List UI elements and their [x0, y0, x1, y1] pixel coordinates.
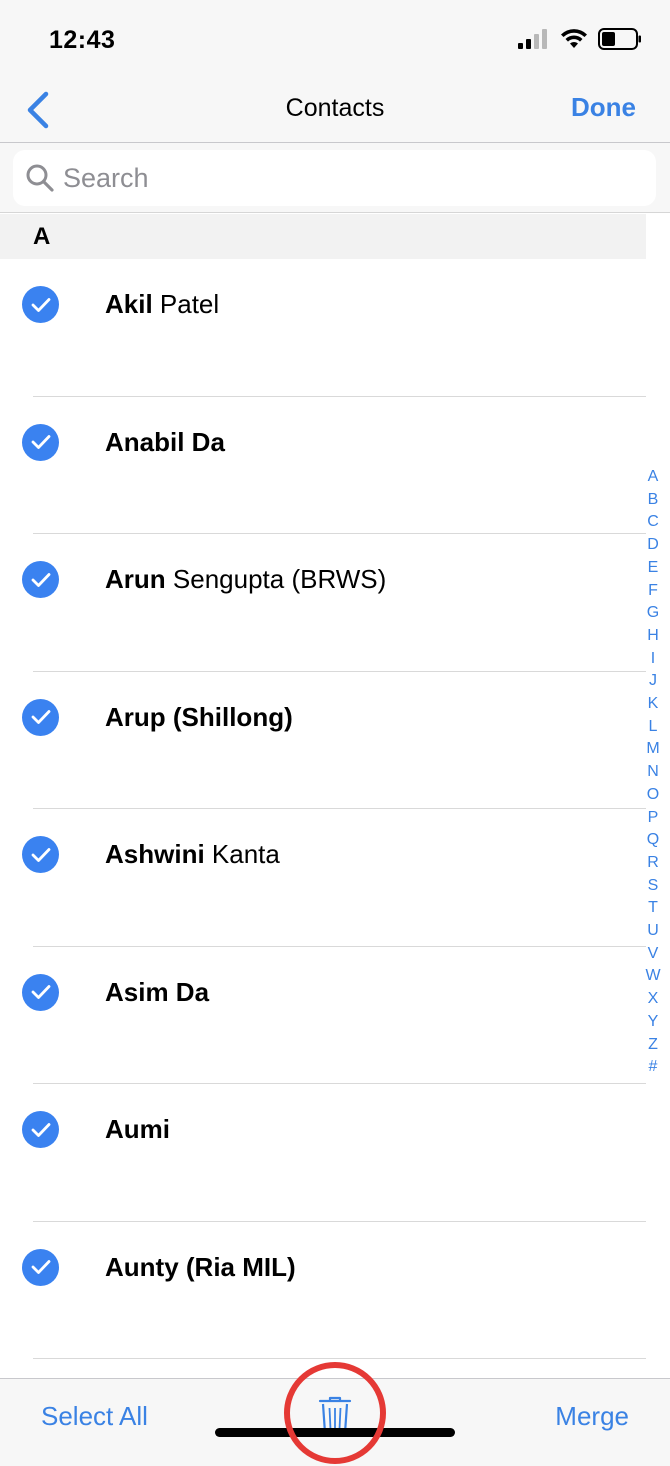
- index-letter[interactable]: E: [648, 557, 659, 580]
- checkmark-icon[interactable]: [22, 836, 59, 873]
- index-letter[interactable]: A: [648, 466, 659, 489]
- index-letter[interactable]: L: [649, 716, 658, 739]
- checkmark-icon[interactable]: [22, 561, 59, 598]
- contact-first-name: Aumi: [105, 1114, 170, 1144]
- contact-name: Akil Patel: [105, 289, 219, 320]
- page-title: Contacts: [285, 94, 385, 122]
- index-letter[interactable]: J: [649, 670, 657, 693]
- contact-row[interactable]: Aumi: [0, 1084, 646, 1222]
- index-letter[interactable]: O: [647, 784, 659, 807]
- status-time: 12:43: [49, 26, 116, 54]
- status-icons: [518, 28, 642, 50]
- home-indicator[interactable]: [215, 1428, 455, 1437]
- index-letter[interactable]: M: [646, 738, 659, 761]
- contact-name: Ashwini Kanta: [105, 839, 280, 870]
- index-letter[interactable]: D: [647, 534, 659, 557]
- index-letter[interactable]: P: [648, 807, 659, 830]
- contact-name: Asim Da: [105, 977, 209, 1008]
- contact-first-name: Akil: [105, 289, 153, 319]
- nav-bar: Contacts Done: [0, 80, 670, 143]
- index-letter[interactable]: H: [647, 625, 659, 648]
- contact-last-name: Sengupta (BRWS): [165, 564, 387, 594]
- checkmark-icon[interactable]: [22, 286, 59, 323]
- search-icon: [26, 164, 54, 192]
- index-letter[interactable]: W: [645, 965, 660, 988]
- contact-row[interactable]: Anabil Da: [0, 397, 646, 535]
- section-header: A: [0, 214, 646, 259]
- signal-icon: [518, 29, 547, 49]
- checkmark-icon[interactable]: [22, 698, 59, 736]
- contact-name: Aumi: [105, 1114, 170, 1145]
- index-letter[interactable]: Q: [647, 829, 659, 852]
- index-letter[interactable]: X: [648, 988, 659, 1011]
- section-letter: A: [33, 223, 51, 250]
- index-letter[interactable]: G: [647, 602, 659, 625]
- index-letter[interactable]: #: [649, 1056, 658, 1079]
- wifi-icon: [561, 29, 587, 48]
- search-box[interactable]: [13, 150, 656, 206]
- contact-row[interactable]: Akil Patel: [0, 259, 646, 397]
- contact-first-name: Arup (Shillong): [105, 701, 293, 732]
- index-letter[interactable]: U: [647, 920, 659, 943]
- contact-row[interactable]: Arun Sengupta (BRWS): [0, 534, 646, 672]
- contact-first-name: Anabil Da: [105, 426, 225, 457]
- contact-first-name: Aunty (Ria MIL): [105, 1251, 296, 1282]
- contact-row[interactable]: Ashwini Kanta: [0, 809, 646, 947]
- contact-last-name: Patel: [152, 289, 220, 319]
- index-letter[interactable]: K: [648, 693, 659, 716]
- index-letter[interactable]: I: [651, 648, 655, 671]
- index-letter[interactable]: V: [648, 943, 659, 966]
- checkmark-icon[interactable]: [22, 973, 59, 1011]
- index-letter[interactable]: Z: [648, 1034, 658, 1057]
- index-letter[interactable]: Y: [648, 1011, 659, 1034]
- index-letter[interactable]: B: [648, 489, 659, 512]
- merge-button[interactable]: Merge: [555, 1401, 629, 1432]
- status-bar: 12:43: [0, 0, 670, 80]
- checkmark-icon[interactable]: [22, 423, 59, 461]
- contact-name: Arup (Shillong): [105, 702, 293, 733]
- alphabet-index[interactable]: A B C D E F G H I J K L M N O P Q R S T U V W X Y Z #: [642, 466, 664, 1079]
- index-letter[interactable]: F: [648, 580, 658, 603]
- contact-name: Anabil Da: [105, 427, 225, 458]
- index-letter[interactable]: N: [647, 761, 659, 784]
- checkmark-icon[interactable]: [22, 1248, 59, 1286]
- bottom-toolbar: Select All Merge: [0, 1378, 670, 1466]
- contact-first-name: Ashwini: [105, 839, 205, 869]
- contact-first-name: Asim Da: [105, 976, 210, 1007]
- select-all-button[interactable]: Select All: [41, 1401, 148, 1432]
- battery-icon: [598, 28, 641, 50]
- contact-first-name: Arun: [105, 564, 166, 594]
- search-input[interactable]: [63, 162, 623, 194]
- search-area: [0, 143, 670, 213]
- index-letter[interactable]: T: [648, 897, 658, 920]
- contact-name: Aunty (Ria MIL): [105, 1252, 296, 1283]
- index-letter[interactable]: R: [647, 852, 659, 875]
- contact-row[interactable]: Arup (Shillong): [0, 672, 646, 810]
- index-letter[interactable]: S: [648, 875, 659, 898]
- checkmark-icon[interactable]: [22, 1111, 59, 1148]
- index-letter[interactable]: C: [647, 511, 659, 534]
- contact-list: Akil Patel Anabil Da Arun Sengupta (BRWS…: [0, 259, 646, 1359]
- contact-name: Arun Sengupta (BRWS): [105, 564, 386, 595]
- contact-last-name: Kanta: [204, 839, 280, 869]
- contact-row[interactable]: Aunty (Ria MIL): [0, 1222, 646, 1360]
- contact-row[interactable]: Asim Da: [0, 947, 646, 1085]
- done-button[interactable]: Done: [571, 92, 636, 123]
